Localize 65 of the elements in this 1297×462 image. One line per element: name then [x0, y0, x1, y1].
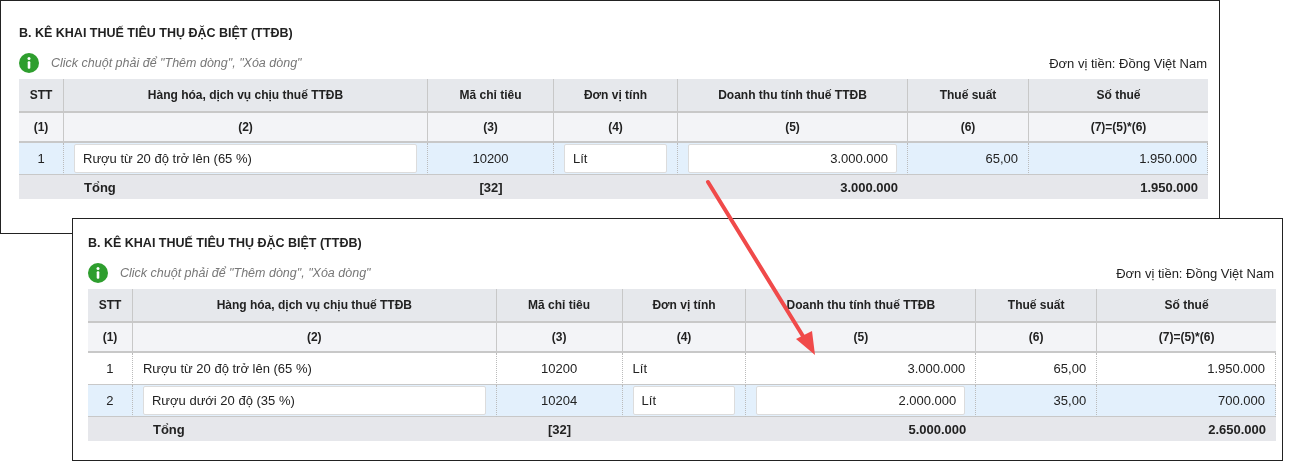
column-number: (1)	[88, 323, 133, 353]
currency-label: Đơn vị tiền: Đồng Việt Nam	[1049, 55, 1207, 71]
column-number: (6)	[908, 113, 1029, 143]
column-number: (3)	[496, 323, 623, 353]
section-title: B. KÊ KHAI THUẾ TIÊU THỤ ĐẶC BIỆT (TTĐB)	[88, 234, 363, 252]
table-cell: Lít	[622, 353, 747, 385]
table-cell: 10204	[496, 385, 623, 417]
section-title: B. KÊ KHAI THUẾ TIÊU THỤ ĐẶC BIỆT (TTĐB)	[19, 24, 294, 42]
table-cell: 1.950.000	[1029, 143, 1208, 175]
input-field[interactable]: Rượu từ 20 độ trở lên (65 %)	[74, 144, 417, 173]
table-cell: Rượu từ 20 độ trở lên (65 %)	[132, 353, 497, 385]
input-field[interactable]: 3.000.000	[688, 144, 897, 173]
input-field[interactable]: Lít	[564, 144, 667, 173]
table-cell: 10200	[428, 143, 554, 175]
info-icon	[88, 263, 108, 283]
column-header: Doanh thu tính thuế TTĐB	[678, 79, 908, 113]
total-cell-text: Tổng	[83, 178, 117, 197]
column-number: (7)=(5)*(6)	[1097, 323, 1276, 353]
total-cell-text: [32]	[547, 420, 573, 439]
column-header: Số thuế	[1097, 289, 1276, 323]
currency-label: Đơn vị tiền: Đồng Việt Nam	[1116, 265, 1275, 281]
input-field[interactable]: 2.000.000	[756, 386, 966, 415]
input-field[interactable]: Rượu dưới 20 độ (35 %)	[142, 386, 486, 415]
total-cell-text: 2.650.000	[1207, 420, 1267, 439]
column-header: Số thuế	[1029, 79, 1208, 113]
column-header: Thuế suất	[908, 79, 1029, 113]
column-header: Thuế suất	[976, 289, 1098, 323]
table-cell: 65,00	[908, 143, 1029, 175]
column-header: Doanh thu tính thuế TTĐB	[746, 289, 977, 323]
column-number: (6)	[976, 323, 1098, 353]
table-cell: 65,00	[976, 353, 1098, 385]
column-header: Hàng hóa, dịch vụ chịu thuế TTĐB	[64, 79, 428, 113]
column-number: (4)	[554, 113, 678, 143]
hint-text: Click chuột phải để "Thêm dòng", "Xóa dòng"	[51, 56, 302, 70]
column-header: Mã chỉ tiêu	[428, 79, 554, 113]
column-header: Đơn vị tính	[554, 79, 678, 113]
total-cell-text: Tổng	[151, 420, 186, 439]
total-cell-text: 3.000.000	[839, 178, 899, 197]
table-cell: 700.000	[1097, 385, 1276, 417]
column-number: (2)	[64, 113, 428, 143]
column-number: (4)	[622, 323, 747, 353]
table-cell: 1.950.000	[1097, 353, 1276, 385]
column-number: (3)	[428, 113, 554, 143]
column-number: (2)	[132, 323, 497, 353]
input-field[interactable]: Lít	[632, 386, 736, 415]
column-number: (1)	[19, 113, 64, 143]
column-number: (7)=(5)*(6)	[1029, 113, 1208, 143]
total-cell-text: 5.000.000	[907, 420, 968, 439]
total-cell-text: [32]	[478, 178, 504, 197]
total-cell-text: 1.950.000	[1139, 178, 1199, 197]
table-cell: 10200	[496, 353, 623, 385]
column-header: STT	[19, 79, 64, 113]
info-icon	[19, 53, 39, 73]
table-cell: 35,00	[976, 385, 1098, 417]
table-cell: 1	[88, 353, 133, 385]
table-cell: 3.000.000	[746, 353, 977, 385]
column-number: (5)	[746, 323, 977, 353]
column-header: STT	[88, 289, 133, 323]
table-cell: 1	[19, 143, 64, 175]
hint-text: Click chuột phải để "Thêm dòng", "Xóa dòng"	[120, 266, 371, 280]
column-header: Hàng hóa, dịch vụ chịu thuế TTĐB	[132, 289, 497, 323]
column-header: Đơn vị tính	[622, 289, 747, 323]
table-cell: 2	[88, 385, 133, 417]
column-number: (5)	[678, 113, 908, 143]
column-header: Mã chỉ tiêu	[496, 289, 623, 323]
